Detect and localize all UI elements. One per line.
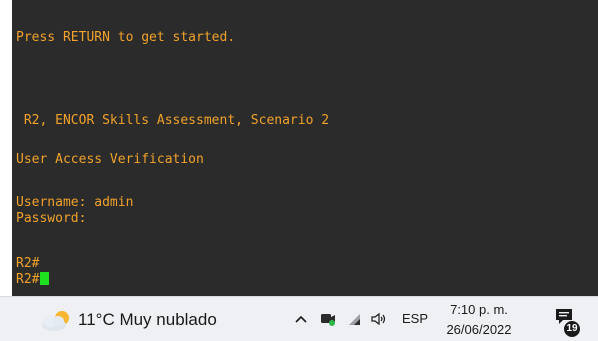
terminal-prompt-line: R2# (16, 272, 50, 288)
terminal-line: Password: (16, 211, 87, 226)
wifi-icon[interactable] (344, 307, 364, 331)
terminal-line: R2# (16, 256, 40, 271)
clock[interactable]: 7:10 p. m. 26/06/2022 (440, 301, 518, 339)
terminal-line: User Access Verification (16, 152, 204, 167)
notification-count: 19 (564, 321, 580, 337)
terminal-prompt: R2# (16, 272, 40, 287)
terminal-line: Press RETURN to get started. (16, 30, 236, 45)
taskbar: 11°C Muy nublado ESP 7:10 p. m. 26/06/20… (0, 296, 598, 341)
terminal-line: Username: admin (16, 195, 134, 210)
cloud-sun-icon (42, 311, 69, 331)
window-edge (0, 0, 12, 296)
meet-now-icon[interactable] (318, 307, 338, 331)
terminal-cursor (40, 272, 50, 285)
clock-date: 26/06/2022 (446, 322, 512, 337)
chevron-up-icon[interactable] (292, 307, 310, 331)
language-indicator[interactable]: ESP (402, 311, 428, 326)
clock-time: 7:10 p. m. (450, 302, 508, 317)
weather-widget[interactable]: 11°C Muy nublado (38, 309, 217, 331)
volume-icon[interactable] (368, 307, 390, 331)
notification-button[interactable]: 19 (548, 305, 588, 337)
weather-text: 11°C Muy nublado (78, 310, 217, 329)
terminal-console[interactable]: Press RETURN to get started. R2, ENCOR S… (12, 0, 598, 296)
terminal-line: R2, ENCOR Skills Assessment, Scenario 2 (16, 113, 330, 128)
